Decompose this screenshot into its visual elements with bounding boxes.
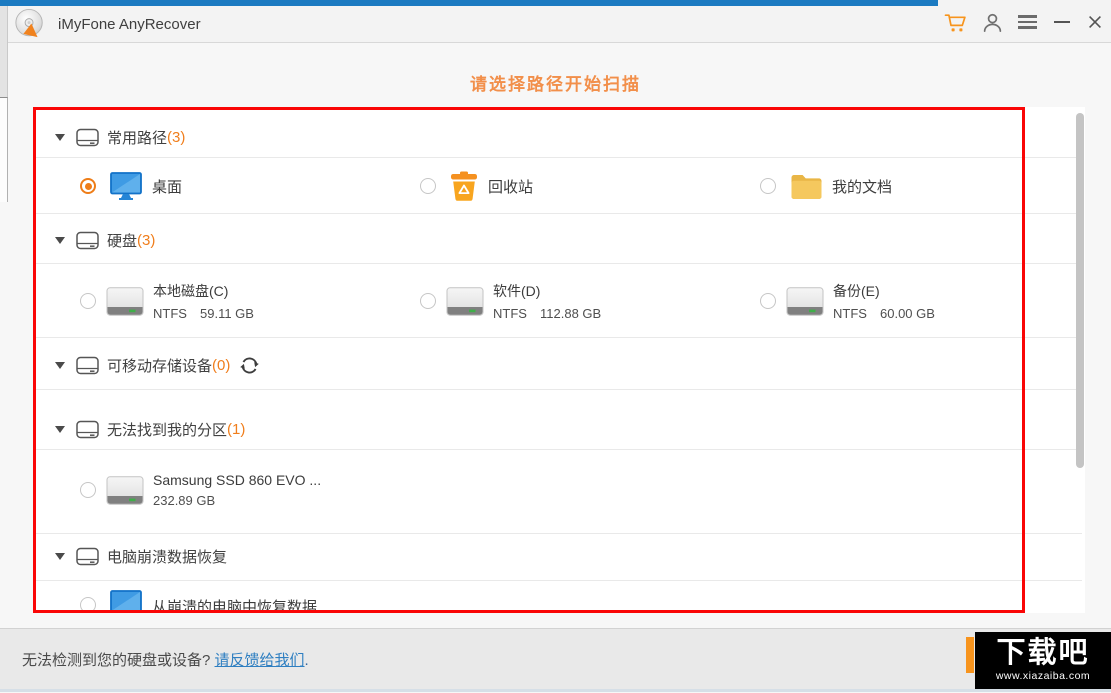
- watermark-site: www.xiazaiba.com: [995, 670, 1091, 682]
- drive-name: 软件(D): [493, 283, 541, 299]
- section-header-removable-devices[interactable]: 可移动存储设备 (0): [55, 350, 260, 380]
- feedback-link[interactable]: 请反馈给我们: [215, 652, 305, 669]
- drive-name: 备份(E): [833, 283, 880, 299]
- minimize-icon[interactable]: [1049, 9, 1075, 35]
- path-item-crash-recovery-clipped[interactable]: 从崩溃的电脑中恢复数据: [80, 589, 600, 612]
- page-title: 请选择路径开始扫描: [470, 75, 641, 94]
- scrollbar-thumb[interactable]: [1076, 113, 1084, 468]
- left-edge-artifact: [0, 6, 8, 97]
- divider: [36, 213, 1082, 214]
- section-count: (0): [212, 356, 231, 374]
- section-header-crash-recovery[interactable]: 电脑崩溃数据恢复: [55, 541, 227, 571]
- section-count: (1): [227, 420, 246, 438]
- divider: [36, 389, 1082, 390]
- item-label: 桌面: [152, 178, 183, 196]
- divider: [36, 263, 1082, 264]
- section-header-hard-disks[interactable]: 硬盘 (3): [55, 225, 155, 255]
- radio-desktop[interactable]: [80, 178, 96, 194]
- section-label: 可移动存储设备: [107, 357, 213, 375]
- section-label: 硬盘: [107, 232, 138, 250]
- divider: [36, 449, 1082, 450]
- section-header-lost-partitions[interactable]: 无法找到我的分区 (1): [55, 414, 245, 444]
- drive-meta: NTFS 59.11 GB: [153, 306, 254, 321]
- app-title: iMyFone AnyRecover: [58, 16, 201, 33]
- item-label: 从崩溃的电脑中恢复数据: [152, 599, 318, 612]
- refresh-icon[interactable]: [239, 355, 260, 376]
- divider: [36, 533, 1082, 534]
- radio-drive-d[interactable]: [420, 293, 436, 309]
- divider: [36, 337, 1082, 338]
- footer-message: 无法检测到您的硬盘或设备? 请反馈给我们.: [22, 629, 309, 693]
- radio-drive-c[interactable]: [80, 293, 96, 309]
- footer-period: .: [304, 652, 309, 669]
- path-item-crash-recovery[interactable]: 从崩溃的电脑中恢复数据: [80, 589, 600, 612]
- watermark-title: 下载吧: [996, 637, 1090, 669]
- drive-outline-icon: [76, 420, 99, 438]
- desktop-icon: [110, 171, 142, 201]
- drive-outline-icon: [76, 547, 99, 565]
- section-label: 电脑崩溃数据恢复: [107, 548, 228, 566]
- section-count: (3): [167, 128, 186, 146]
- radio-drive-e[interactable]: [760, 293, 776, 309]
- drive-name: Samsung SSD 860 EVO ...: [153, 472, 322, 488]
- collapse-triangle-icon[interactable]: [55, 236, 65, 244]
- capacity: 232.89 GB: [153, 493, 216, 508]
- hdd-icon: [786, 286, 824, 316]
- drive-meta: NTFS 60.00 GB: [833, 306, 935, 321]
- capacity: 112.88 GB: [540, 306, 602, 321]
- path-item-recycle-bin[interactable]: 回收站: [420, 170, 533, 202]
- section-label: 常用路径: [107, 129, 168, 147]
- footer-bar: 无法检测到您的硬盘或设备? 请反馈给我们.: [0, 628, 1111, 692]
- drive-outline-icon: [76, 231, 99, 249]
- recycle-bin-icon: [450, 171, 478, 202]
- filesystem: NTFS: [153, 306, 187, 321]
- drive-item-d[interactable]: 软件(D) NTFS 112.88 GB: [420, 272, 601, 330]
- app-logo-disc-icon: [14, 8, 46, 40]
- user-icon[interactable]: [979, 9, 1005, 35]
- section-label: 无法找到我的分区: [107, 421, 228, 439]
- hidden-button-sliver: [966, 637, 974, 673]
- hdd-icon: [446, 286, 484, 316]
- drive-item-e[interactable]: 备份(E) NTFS 60.00 GB: [760, 272, 935, 330]
- close-icon[interactable]: [1082, 9, 1108, 35]
- folder-icon: [790, 173, 822, 199]
- divider: [36, 157, 1082, 158]
- collapse-triangle-icon[interactable]: [55, 133, 65, 141]
- drive-item-samsung-ssd[interactable]: Samsung SSD 860 EVO ... 232.89 GB: [80, 461, 321, 519]
- drive-meta: NTFS 112.88 GB: [493, 306, 601, 321]
- drive-outline-icon: [76, 356, 99, 374]
- collapse-triangle-icon[interactable]: [55, 361, 65, 369]
- filesystem: NTFS: [493, 306, 527, 321]
- hdd-icon: [106, 475, 144, 505]
- item-label: 我的文档: [832, 178, 893, 196]
- xiazaiba-watermark: 下载吧 www.xiazaiba.com: [975, 632, 1111, 689]
- drive-name: 本地磁盘(C): [153, 283, 229, 299]
- menu-icon[interactable]: [1014, 9, 1040, 35]
- radio-documents[interactable]: [760, 178, 776, 194]
- path-item-desktop[interactable]: 桌面: [80, 170, 182, 202]
- item-label: 回收站: [488, 178, 534, 196]
- collapse-triangle-icon[interactable]: [55, 425, 65, 433]
- radio-crash-recovery[interactable]: [80, 597, 96, 612]
- capacity: 60.00 GB: [880, 306, 935, 321]
- left-edge-artifact-lower: [0, 97, 8, 202]
- collapse-triangle-icon[interactable]: [55, 552, 65, 560]
- radio-recycle-bin[interactable]: [420, 178, 436, 194]
- cart-icon[interactable]: [943, 9, 969, 35]
- capacity: 59.11 GB: [200, 306, 254, 321]
- path-item-documents[interactable]: 我的文档: [760, 170, 892, 202]
- footer-question: 无法检测到您的硬盘或设备?: [22, 652, 215, 669]
- filesystem: NTFS: [833, 306, 867, 321]
- divider: [36, 580, 1082, 581]
- desktop-icon: [110, 590, 142, 612]
- drive-item-c[interactable]: 本地磁盘(C) NTFS 59.11 GB: [80, 272, 254, 330]
- section-header-common-paths[interactable]: 常用路径 (3): [55, 122, 185, 152]
- anyrecover-window: iMyFone AnyRecover 请选择路径开始扫描 常用路径 (3) 桌面…: [0, 0, 1111, 692]
- hdd-icon: [106, 286, 144, 316]
- radio-samsung-ssd[interactable]: [80, 482, 96, 498]
- section-count: (3): [137, 231, 156, 249]
- drive-outline-icon: [76, 128, 99, 146]
